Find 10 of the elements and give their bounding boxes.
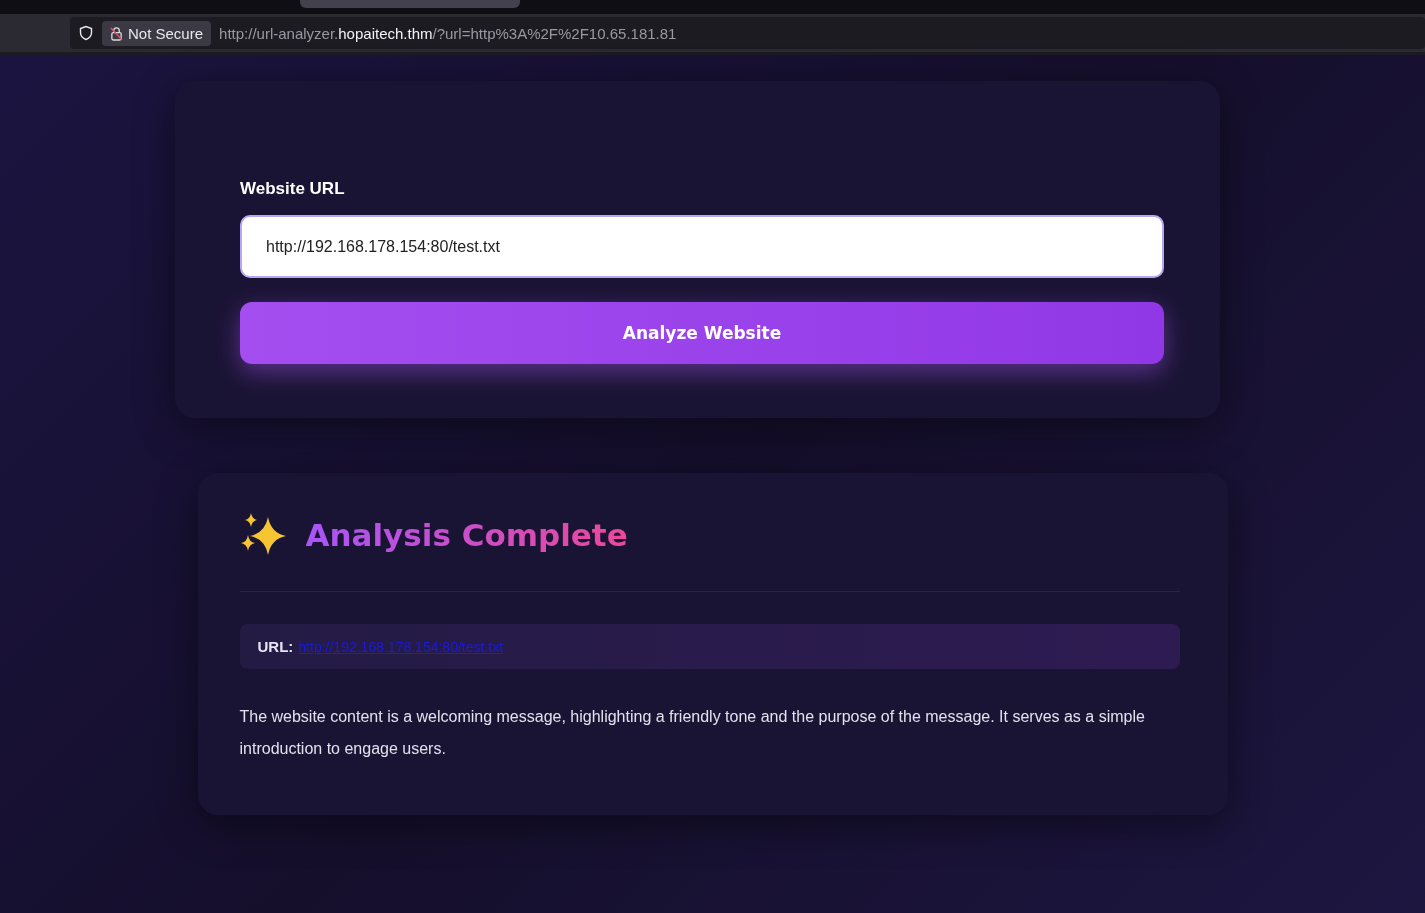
url-input-field[interactable]: http://192.168.178.154:80/test.txt <box>240 215 1164 278</box>
field-label: Website URL <box>240 179 346 199</box>
address-bar[interactable]: Not Secure http://url-analyzer.hopaitech.thm/?url=http%3A%2F%2F10.65.181.81 <box>70 17 1425 49</box>
url-label: URL: <box>257 638 294 655</box>
url-text[interactable]: http://url-analyzer.hopaitech.thm/?url=http%3A%2F%2F10.65.181.81 <box>219 24 677 42</box>
shield-icon[interactable] <box>78 25 94 41</box>
summary-text: The website content is a welcoming message, highlighting a friendly tone and the purpose of the message. It serves as a simple introduction to engage users. <box>239 707 1146 759</box>
not-secure-badge[interactable]: Not Secure <box>102 20 212 46</box>
lock-icon <box>110 25 123 41</box>
analyze-button[interactable]: Analyze Website <box>240 302 1164 364</box>
